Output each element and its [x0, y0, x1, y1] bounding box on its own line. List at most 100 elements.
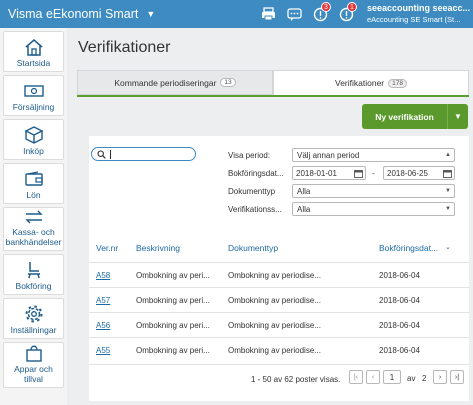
verifications-panel: Visa period: Välj annan period ▲ Bokföri… [89, 136, 469, 401]
sidebar-item-label: Appar och tillval [14, 364, 53, 384]
new-verification-button[interactable]: Ny verifikation ▼ [362, 104, 468, 129]
transfer-icon [24, 208, 44, 226]
chevron-down-icon[interactable]: ▼ [448, 104, 468, 129]
chair-icon [24, 260, 44, 280]
row-description: Ombokning av peri... [136, 296, 210, 305]
date-from-field[interactable]: 2018-01-01 [292, 166, 366, 180]
current-page-field[interactable]: 1 [383, 370, 401, 384]
first-page-button[interactable]: |‹ [349, 370, 363, 384]
new-verification-label[interactable]: Ny verifikation [362, 104, 448, 129]
app-name: Visma eEkonomi Smart [8, 7, 139, 21]
verification-number-link[interactable]: A55 [96, 346, 110, 355]
tab-label: Verifikationer [335, 78, 385, 88]
last-page-button[interactable]: ›| [450, 370, 464, 384]
sidebar-item-label: Kassa- och bankhändelser [5, 227, 62, 247]
row-date: 2018-06-04 [379, 296, 420, 305]
chevron-left-icon: ‹ [371, 373, 375, 381]
column-header-bokforingsdatum[interactable]: Bokföringsdat... [379, 243, 438, 253]
series-select-value: Alla [297, 204, 311, 214]
calendar-icon [354, 170, 363, 178]
account-name: seeaccounting seeacc... [367, 3, 471, 13]
sidebar-item-appar[interactable]: Appar och tillval [3, 342, 64, 388]
tab-verifikationer[interactable]: Verifikationer 178 [273, 70, 469, 95]
sidebar-item-kassa-bank[interactable]: Kassa- och bankhändelser [3, 207, 64, 251]
table-row[interactable]: A55 Ombokning av peri... Ombokning av pe… [89, 337, 469, 362]
date-from-value: 2018-01-01 [296, 168, 337, 178]
bag-icon [24, 343, 44, 363]
page-title: Verifikationer [78, 39, 171, 56]
series-label: Verifikationss... [228, 205, 282, 214]
next-page-button[interactable]: › [433, 370, 447, 384]
verification-number-link[interactable]: A58 [96, 271, 110, 280]
chevron-down-icon: ▼ [146, 9, 156, 19]
sidebar-item-lon[interactable]: Lön [3, 163, 64, 204]
row-description: Ombokning av peri... [136, 271, 210, 280]
sort-chevron-icon[interactable]: ⌄ [445, 243, 451, 251]
current-page-value: 1 [389, 372, 395, 382]
row-document-type: Ombokning av periodise... [228, 296, 321, 305]
sidebar-item-label: Lön [26, 190, 41, 200]
sidebar-item-forsaljning[interactable]: Försäljning [3, 75, 64, 116]
first-page-icon: |‹ [353, 373, 359, 381]
chat-button[interactable] [281, 0, 307, 28]
alerts-button[interactable]: 1 [333, 0, 359, 28]
prev-page-button[interactable]: ‹ [366, 370, 380, 384]
verification-number-link[interactable]: A57 [96, 296, 110, 305]
row-document-type: Ombokning av periodise... [228, 271, 321, 280]
gear-icon [24, 304, 44, 324]
printer-icon [261, 7, 275, 21]
row-date: 2018-06-04 [379, 271, 420, 280]
row-description: Ombokning av peri... [136, 346, 210, 355]
row-description: Ombokning av peri... [136, 321, 210, 330]
doctype-select[interactable]: Alla ▼ [292, 184, 455, 198]
dropdown-arrows-icon: ▲ [445, 152, 451, 158]
notifications-button[interactable]: 3 [307, 0, 333, 28]
account-menu[interactable]: seeaccounting seeacc... eAccounting SE S… [359, 3, 473, 25]
tab-count-badge: 178 [388, 78, 407, 88]
pagination-info: 1 - 50 av 62 poster visas. [251, 375, 341, 384]
period-select[interactable]: Välj annan period ▲ [292, 148, 455, 162]
row-document-type: Ombokning av periodise... [228, 321, 321, 330]
sidebar-item-startsida[interactable]: Startsida [3, 31, 64, 72]
column-header-vernr[interactable]: Ver.nr [96, 243, 118, 253]
sidebar: Startsida Försäljning Inköp Lön Kassa- o… [0, 28, 67, 405]
last-page-icon: ›| [454, 373, 460, 381]
calendar-icon [443, 170, 452, 178]
text-caret [110, 149, 111, 159]
row-document-type: Ombokning av periodise... [228, 346, 321, 355]
column-header-beskrivning[interactable]: Beskrivning [136, 243, 180, 253]
tab-kommande-periodiseringar[interactable]: Kommande periodiseringar 13 [77, 70, 273, 95]
box-icon [23, 125, 44, 145]
wallet-icon [24, 169, 44, 189]
sidebar-item-inkop[interactable]: Inköp [3, 119, 64, 160]
row-date: 2018-06-04 [379, 346, 420, 355]
pagination: 1 - 50 av 62 poster visas. |‹ ‹ 1 av 2 ›… [89, 364, 469, 389]
table-row[interactable]: A58 Ombokning av peri... Ombokning av pe… [89, 262, 469, 287]
account-subtitle: eAccounting SE Smart (St... [367, 15, 461, 24]
sidebar-item-label: Bokföring [15, 281, 52, 291]
sidebar-item-label: Inköp [23, 146, 44, 156]
total-pages: 2 [422, 374, 427, 383]
notifications-badge: 3 [321, 2, 331, 12]
search-input[interactable] [91, 147, 196, 161]
sidebar-item-bokforing[interactable]: Bokföring [3, 254, 64, 295]
series-select[interactable]: Alla ▼ [292, 202, 455, 216]
row-date: 2018-06-04 [379, 321, 420, 330]
verification-number-link[interactable]: A56 [96, 321, 110, 330]
table-row[interactable]: A57 Ombokning av peri... Ombokning av pe… [89, 287, 469, 312]
column-header-dokumenttyp[interactable]: Dokumenttyp [228, 243, 278, 253]
sidebar-item-installningar[interactable]: Inställningar [3, 298, 64, 339]
date-to-field[interactable]: 2018-06-25 [383, 166, 455, 180]
period-select-value: Välj annan period [297, 150, 360, 160]
date-separator: - [372, 169, 375, 178]
date-label: Bokföringsdat... [228, 169, 284, 178]
app-switcher[interactable]: Visma eEkonomi Smart ▼ [0, 7, 155, 21]
chevron-down-icon: ▼ [445, 206, 451, 212]
top-bar: Visma eEkonomi Smart ▼ 3 1 seeaccounting… [0, 0, 473, 28]
table-row[interactable]: A56 Ombokning av peri... Ombokning av pe… [89, 312, 469, 337]
print-button[interactable] [255, 0, 281, 28]
chevron-down-icon: ▼ [445, 188, 451, 194]
cash-icon [23, 81, 44, 101]
chevron-right-icon: › [438, 373, 442, 381]
doctype-select-value: Alla [297, 186, 311, 196]
